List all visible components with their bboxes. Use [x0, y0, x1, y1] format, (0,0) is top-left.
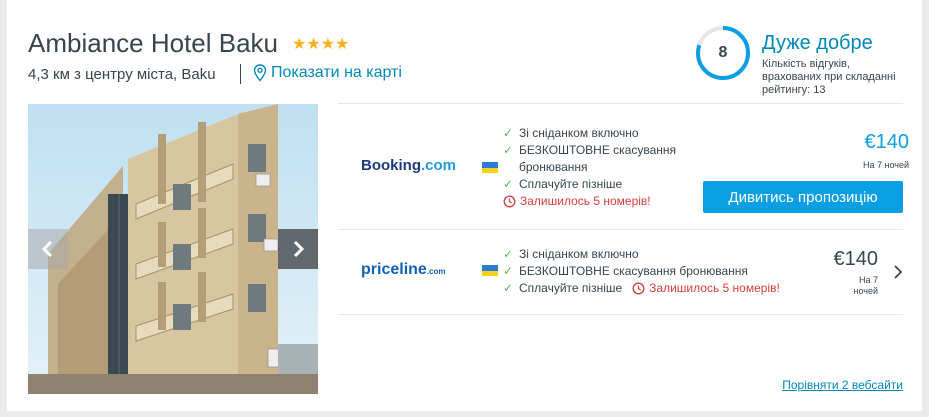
next-photo-button[interactable] [278, 229, 318, 269]
provider-name: priceline [361, 261, 427, 278]
per-night-label: На 7 ночей [862, 160, 909, 170]
warning-text: Залишилось 5 номерів! [649, 281, 780, 295]
clock-icon [503, 195, 516, 208]
offer-price: €140 [833, 248, 879, 270]
hotel-photo[interactable] [28, 104, 318, 394]
priceline-logo[interactable]: priceline.com [361, 261, 445, 279]
per-night-label: На 7 ночей [853, 275, 879, 296]
feature-text: БЕЗКОШТОВНЕ скасування бронювання [519, 264, 748, 278]
offer-price: €140 [864, 131, 910, 153]
chevron-right-icon [293, 240, 305, 258]
show-on-map-label: Показати на карті [271, 64, 402, 81]
feature-item: ✓ Сплачуйте пізніше [503, 176, 693, 193]
compare-websites-link[interactable]: Порівняти 2 вебсайти [782, 378, 903, 392]
rating-label[interactable]: Дуже добре [762, 32, 873, 55]
rooms-left-warning: Залишилось 5 номерів! [632, 280, 780, 297]
checkmark-icon: ✓ [503, 247, 514, 261]
provider-name: Booking [361, 157, 421, 174]
offer-booking: Booking.com ✓ Зі сніданком включно ✓ БЕЗКО… [338, 104, 909, 224]
clock-icon [632, 282, 645, 295]
rooms-left-warning: Залишилось 5 номерів! [503, 193, 693, 210]
rating-description: Кількість відгуків, врахованих при склад… [762, 58, 896, 96]
checkmark-icon: ✓ [503, 264, 514, 278]
offer-features: ✓ Зі сніданком включно ✓ БЕЗКОШТОВНЕ скасу… [503, 125, 693, 210]
previous-photo-button[interactable] [28, 229, 68, 269]
provider-suffix: .com [426, 267, 446, 276]
star-rating: ★★★★ [292, 36, 350, 53]
show-on-map-link[interactable]: Показати на карті [253, 64, 402, 82]
separator [240, 64, 241, 84]
ukraine-flag-icon [482, 162, 498, 173]
ukraine-flag-icon [482, 265, 498, 276]
checkmark-icon: ✓ [503, 143, 514, 157]
distance-text: 4,3 км з центру міста, Baku [28, 66, 216, 83]
chevron-right-icon[interactable] [893, 264, 903, 280]
feature-item: ✓ Зі сніданком включно [503, 125, 693, 142]
warning-text: Залишилось 5 номерів! [520, 194, 651, 208]
hotel-building-image [28, 104, 318, 394]
booking-logo[interactable]: Booking.com [361, 157, 456, 174]
hotel-card: Ambiance Hotel Baku ★★★★ 4,3 км з центру… [7, 0, 922, 411]
feature-item: ✓ Зі сніданком включно [503, 246, 803, 263]
feature-item: ✓ БЕЗКОШТОВНЕ скасування бронювання [503, 142, 693, 176]
chevron-left-icon [41, 240, 53, 258]
feature-text: Зі сніданком включно [519, 126, 639, 140]
offer-priceline[interactable]: priceline.com ✓ Зі сніданком включно ✓ БЕЗ… [338, 230, 903, 315]
feature-text: БЕЗКОШТОВНЕ скасування бронювання [519, 143, 677, 174]
checkmark-icon: ✓ [503, 177, 514, 191]
view-deal-button[interactable]: Дивитись пропозицію [703, 181, 903, 213]
checkmark-icon: ✓ [503, 126, 514, 140]
checkmark-icon: ✓ [503, 281, 514, 295]
map-pin-icon [253, 64, 267, 82]
provider-suffix: .com [421, 157, 457, 174]
divider [338, 314, 903, 315]
feature-text: Зі сніданком включно [519, 247, 639, 261]
feature-item: ✓ БЕЗКОШТОВНЕ скасування бронювання [503, 263, 803, 280]
rating-score: 8 [718, 44, 728, 61]
hotel-name[interactable]: Ambiance Hotel Baku [28, 28, 278, 59]
feature-text: Сплачуйте пізніше [519, 177, 623, 191]
feature-item: ✓ Сплачуйте пізніше Залишилось 5 номерів! [503, 280, 803, 297]
feature-text: Сплачуйте пізніше [519, 281, 623, 295]
offer-features: ✓ Зі сніданком включно ✓ БЕЗКОШТОВНЕ скасу… [503, 246, 803, 297]
